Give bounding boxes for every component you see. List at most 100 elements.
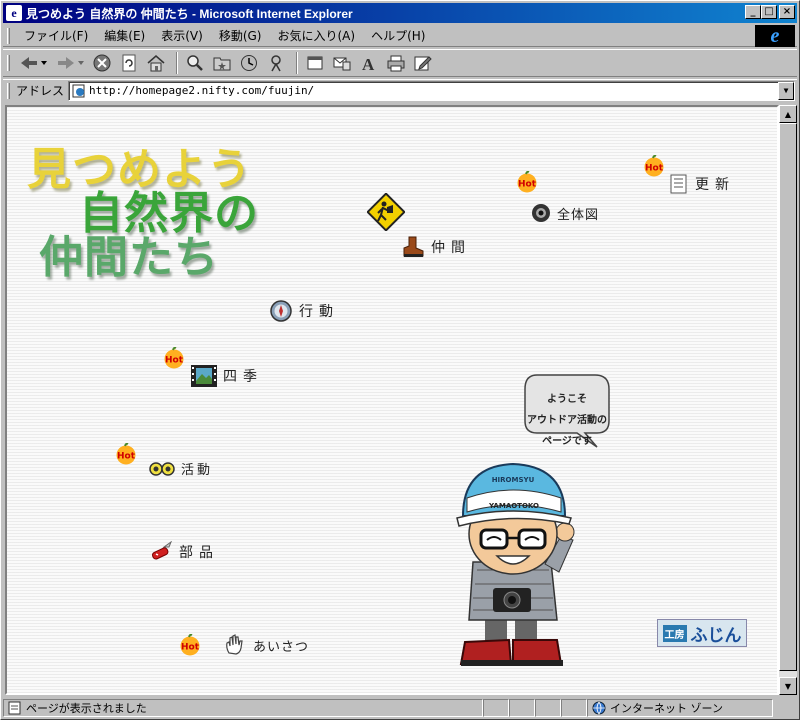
status-message: ページが表示されました — [26, 702, 147, 715]
bubble-line-2: アウトドア活動の — [527, 415, 607, 426]
nav-label-katsudou: 活動 — [181, 463, 214, 478]
svg-text:A: A — [362, 55, 375, 72]
search-button[interactable] — [183, 51, 207, 75]
scroll-up-icon[interactable]: ▲ — [779, 105, 797, 123]
title-bar[interactable]: e 見つめよう 自然界の 仲間たち - Microsoft Internet E… — [3, 3, 797, 23]
logo-line-3: 仲間たち — [39, 232, 219, 283]
status-cell — [483, 699, 509, 717]
history-icon — [241, 55, 257, 71]
back-button[interactable] — [16, 51, 50, 75]
channels-button[interactable] — [264, 51, 288, 75]
minimize-button[interactable]: _ — [745, 5, 761, 19]
stop-button[interactable] — [90, 51, 114, 75]
scroll-thumb[interactable] — [779, 123, 797, 671]
browser-window: e 見つめよう 自然界の 仲間たち - Microsoft Internet E… — [0, 0, 800, 720]
bubble-line-3: ページです — [542, 436, 592, 447]
nav-link-koushin[interactable]: 更新 — [669, 173, 735, 195]
ie-logo-icon: e — [755, 25, 795, 47]
hot-label: Hot — [165, 356, 184, 366]
home-icon — [147, 55, 165, 72]
refresh-icon — [122, 54, 136, 72]
studio-fuujin-badge[interactable]: 工房 ふじん — [657, 619, 747, 647]
hiker-mascot-illustration: HIROMSYU YAMAOTOKO — [456, 462, 575, 666]
nav-link-zentaizu[interactable]: 全体図 — [531, 203, 599, 223]
status-cell — [509, 699, 535, 717]
refresh-button[interactable] — [117, 51, 141, 75]
nav-link-buhin[interactable]: 部品 — [149, 541, 219, 563]
forward-arrow-icon — [58, 57, 84, 69]
status-text-cell: ページが表示されました — [3, 699, 483, 717]
home-button[interactable] — [144, 51, 168, 75]
favorites-button[interactable] — [210, 51, 234, 75]
waving-hand-icon — [226, 634, 243, 655]
window-controls: _ □ × — [745, 5, 795, 19]
address-grip[interactable] — [7, 82, 10, 99]
nav-link-nakama[interactable]: 仲間 — [401, 235, 471, 259]
menu-edit[interactable]: 編集(E) — [96, 27, 153, 44]
nav-link-aisatsu[interactable]: あいさつ — [223, 633, 309, 657]
font-size-icon: A — [362, 55, 375, 72]
forward-button[interactable] — [53, 51, 87, 75]
overview-lens-icon — [532, 204, 550, 222]
status-bar: ページが表示されました インターネット ゾーン — [3, 698, 797, 718]
compass-icon — [270, 300, 292, 322]
edit-button[interactable] — [411, 51, 435, 75]
fullscreen-button[interactable] — [303, 51, 327, 75]
hot-label: Hot — [645, 164, 664, 174]
stop-icon — [93, 54, 111, 72]
speech-bubble-text: ようこそ アウトドア活動の ページです — [523, 389, 611, 452]
toolbar-separator — [176, 52, 178, 74]
status-cell — [561, 699, 587, 717]
zone-label: インターネット ゾーン — [610, 702, 723, 715]
zone-cell: インターネット ゾーン — [587, 699, 773, 717]
hot-label: Hot — [117, 452, 136, 462]
toolbar-grip[interactable] — [7, 55, 10, 71]
window-title: 見つめよう 自然界の 仲間たち - Microsoft Internet Exp… — [26, 6, 353, 21]
menu-bar: ファイル(F) 編集(E) 表示(V) 移動(G) お気に入り(A) ヘルプ(H… — [3, 25, 797, 47]
address-dropdown-icon[interactable]: ▼ — [778, 81, 794, 100]
mail-button[interactable] — [330, 51, 354, 75]
hot-label: Hot — [518, 180, 537, 190]
cap-text-band: YAMAOTOKO — [488, 502, 539, 510]
nav-link-koudou[interactable]: 行動 — [269, 299, 339, 323]
menu-go[interactable]: 移動(G) — [211, 27, 270, 44]
vertical-scrollbar[interactable]: ▲ ▼ — [779, 105, 797, 695]
menu-favorites[interactable]: お気に入り(A) — [269, 27, 363, 44]
hiker-sign-icon — [367, 193, 405, 231]
favorites-folder-icon — [213, 57, 231, 71]
menu-view[interactable]: 表示(V) — [153, 27, 211, 44]
hot-badge-icon: Hot — [644, 155, 664, 177]
nav-label-zentaizu: 全体図 — [557, 207, 600, 223]
search-icon — [187, 55, 203, 71]
printer-icon — [387, 55, 405, 72]
address-label: アドレス — [16, 84, 65, 98]
close-button[interactable]: × — [779, 5, 795, 19]
history-button[interactable] — [237, 51, 261, 75]
hot-badge-icon: Hot — [164, 347, 184, 369]
hot-badge-icon: Hot — [517, 171, 537, 193]
address-url: http://homepage2.nifty.com/fuujin/ — [89, 84, 315, 97]
maximize-button[interactable]: □ — [761, 5, 777, 19]
ie-logo-letter: e — [770, 25, 780, 47]
toolbar: A — [3, 49, 797, 77]
nav-label-aisatsu: あいさつ — [253, 639, 310, 655]
menu-grip[interactable] — [7, 27, 10, 44]
status-cell — [535, 699, 561, 717]
nav-link-shiki[interactable]: 四季 — [191, 365, 263, 387]
mail-icon — [333, 57, 351, 71]
menu-file[interactable]: ファイル(F) — [16, 27, 96, 44]
nav-link-katsudou[interactable]: 活動 — [149, 459, 213, 478]
scroll-down-icon[interactable]: ▼ — [779, 677, 797, 695]
page-done-icon — [8, 701, 21, 715]
font-button[interactable]: A — [357, 51, 381, 75]
address-input[interactable]: http://homepage2.nifty.com/fuujin/ ▼ — [68, 80, 795, 101]
binoculars-icon — [149, 461, 175, 476]
ie-page-icon: e — [6, 5, 22, 21]
hot-badge-icon: Hot — [180, 634, 200, 656]
cap-text-top: HIROMSYU — [492, 476, 535, 484]
nav-label-koushin: 更新 — [695, 177, 735, 193]
update-document-icon — [670, 174, 687, 194]
menu-help[interactable]: ヘルプ(H) — [363, 27, 433, 44]
page-globe-icon — [72, 84, 85, 97]
print-button[interactable] — [384, 51, 408, 75]
